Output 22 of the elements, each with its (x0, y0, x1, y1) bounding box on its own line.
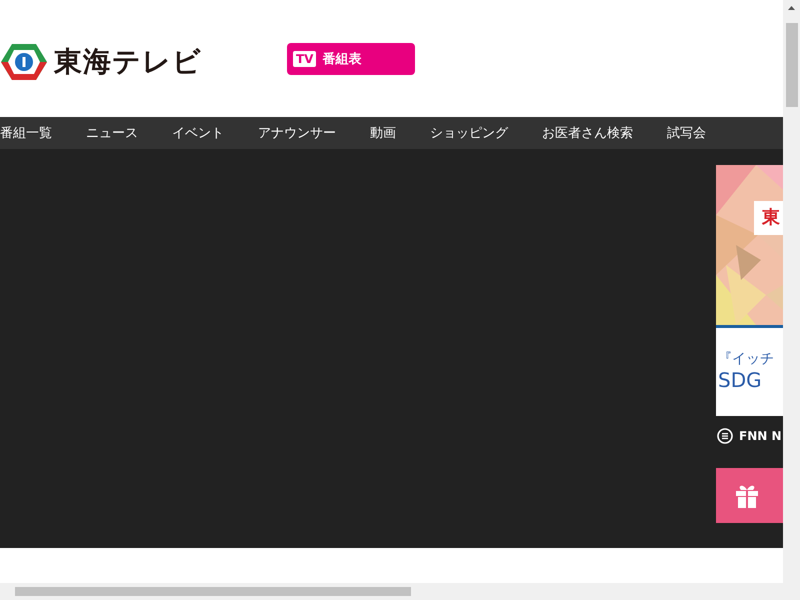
nav-link[interactable]: お医者さん検索 (542, 124, 633, 142)
caption-text: SDG (718, 368, 763, 392)
nav-link[interactable]: 番組一覧 (0, 124, 52, 142)
gift-button[interactable] (716, 468, 783, 523)
logo-text[interactable]: 東海テレビ (54, 44, 202, 80)
nav-link[interactable]: 動画 (370, 124, 396, 142)
nav-link[interactable]: アナウンサー (258, 124, 336, 142)
banner-badge: 東 (754, 201, 783, 235)
horizontal-scrollbar[interactable] (0, 583, 800, 600)
nav-link[interactable]: 試写会 (667, 124, 706, 142)
banner-caption-card[interactable]: 『イッチ SDG (716, 328, 783, 416)
tv-icon: TV (293, 51, 316, 67)
scrollbar-thumb[interactable] (15, 587, 411, 596)
scrollbar-thumb[interactable] (786, 23, 798, 107)
list-icon (717, 428, 733, 444)
news-link[interactable]: FNN N (739, 429, 782, 443)
nav-link[interactable]: ショッピング (430, 124, 508, 142)
nav-link[interactable]: イベント (172, 124, 224, 142)
vertical-scrollbar[interactable] (783, 0, 800, 583)
schedule-button[interactable]: TV 番組表 (287, 43, 415, 75)
caption-text: 『イッチ (718, 350, 775, 368)
nav-link[interactable]: ニュース (86, 124, 138, 142)
